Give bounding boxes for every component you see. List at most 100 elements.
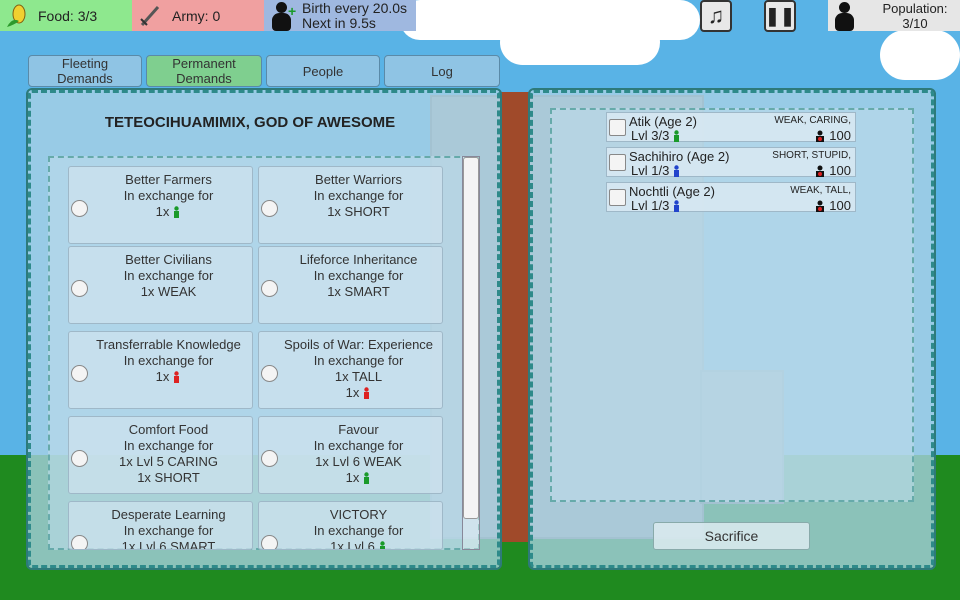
demand-text: VICTORY In exchange for 1x Lvl 6 [277, 507, 440, 549]
red-warrior-icon [172, 371, 181, 383]
person-traits: SHORT, STUPID, [772, 150, 851, 161]
demand-cost: 1x SMART [327, 284, 390, 299]
demand-card[interactable]: Better Warriors In exchange for 1x SHORT [258, 166, 443, 244]
demand-radio[interactable] [261, 535, 278, 549]
red-warrior-icon [362, 387, 371, 399]
demand-cost-line: 1x [87, 369, 250, 385]
person-row[interactable]: Atik (Age 2) Lvl 3/3 WEAK, CARING, 100 [606, 112, 856, 143]
person-level-line: Lvl 1/3 [631, 198, 681, 213]
demand-title: Favour [338, 422, 379, 437]
demand-card[interactable]: Transferrable Knowledge In exchange for 1x [68, 331, 253, 409]
person-traits: WEAK, TALL, [790, 185, 851, 196]
birth-timer: + Birth every 20.0s Next in 9.5s [264, 0, 416, 31]
tab-permanent-demands[interactable]: Permanent Demands [146, 55, 262, 87]
population-counter: Population: 3/10 [828, 0, 960, 31]
demand-card[interactable]: Spoils of War: Experience In exchange for… [258, 331, 443, 409]
demand-cost-line: 1x Lvl 6 [277, 539, 440, 549]
demand-card[interactable]: Better Farmers In exchange for 1x [68, 166, 253, 244]
brick-column [500, 92, 530, 542]
demand-radio[interactable] [71, 535, 88, 549]
blue-civilian-icon [672, 200, 681, 212]
blue-civilian-icon [672, 165, 681, 177]
demand-text: Comfort Food In exchange for 1x Lvl 5 CARI… [87, 422, 250, 486]
demand-radio[interactable] [71, 450, 88, 467]
birth-rate-label: Birth every 20.0s [302, 0, 408, 16]
person-checkbox[interactable] [609, 189, 626, 206]
demand-radio[interactable] [71, 200, 88, 217]
cloud [880, 30, 960, 80]
sacrifice-button[interactable]: Sacrifice [653, 522, 810, 550]
person-health-line: 100 [811, 128, 851, 143]
tab-log[interactable]: Log [384, 55, 500, 87]
demand-radio[interactable] [71, 280, 88, 297]
health-heart-person-icon [814, 130, 826, 142]
food-counter: Food: 3/3 [0, 0, 132, 31]
tab-fleeting-demands[interactable]: Fleeting Demands [28, 55, 142, 87]
demand-radio[interactable] [261, 200, 278, 217]
demand-cost-2: 1x SHORT [137, 470, 200, 485]
person-row[interactable]: Nochtli (Age 2) Lvl 1/3 WEAK, TALL, 100 [606, 182, 856, 213]
demand-radio[interactable] [261, 450, 278, 467]
population-label: Population: [882, 1, 948, 16]
demand-cost: 1x SHORT [327, 204, 390, 219]
health-heart-person-icon [814, 200, 826, 212]
sword-icon [140, 5, 160, 26]
music-button[interactable]: ♫ [700, 0, 732, 32]
demand-exchange-label: In exchange for [313, 523, 404, 538]
demand-exchange-label: In exchange for [313, 438, 404, 453]
demand-text: Transferrable Knowledge In exchange for 1x [87, 337, 250, 385]
person-health: 100 [829, 198, 851, 213]
demand-cost-line: 1x WEAK [87, 284, 250, 300]
person-name: Sachihiro (Age 2) [629, 149, 730, 164]
demand-radio[interactable] [71, 365, 88, 382]
person-checkbox[interactable] [609, 119, 626, 136]
demand-exchange-label: In exchange for [123, 268, 214, 283]
demand-text: Lifeforce Inheritance In exchange for 1x S… [277, 252, 440, 300]
demand-cost-line-2: 1x [277, 470, 440, 486]
cloud [500, 20, 660, 65]
demand-card[interactable]: Favour In exchange for 1x Lvl 6 WEAK 1x [258, 416, 443, 494]
demand-card[interactable]: Better Civilians In exchange for 1x WEAK [68, 246, 253, 324]
demand-title: VICTORY [329, 507, 388, 522]
demand-cost: 1x TALL [334, 369, 383, 384]
demand-radio[interactable] [261, 365, 278, 382]
person-name: Atik (Age 2) [629, 114, 697, 129]
god-title: TETEOCIHUAMIMIX, GOD OF AWESOME [104, 114, 396, 131]
demand-cost-line: 1x SHORT [277, 204, 440, 220]
demand-exchange-label: In exchange for [313, 188, 404, 203]
demand-title: Desperate Learning [111, 507, 226, 522]
demand-card[interactable]: Comfort Food In exchange for 1x Lvl 5 CARI… [68, 416, 253, 494]
demand-card[interactable]: Lifeforce Inheritance In exchange for 1x S… [258, 246, 443, 324]
demand-title: Better Civilians [125, 252, 212, 267]
tab-people[interactable]: People [266, 55, 380, 87]
tab-label: Permanent Demands [172, 56, 236, 86]
demand-cost-line: 1x Lvl 6 SMART [87, 539, 250, 549]
demand-text: Spoils of War: Experience In exchange for… [277, 337, 440, 401]
green-farmer-icon [172, 206, 181, 218]
pause-icon: ❚❚ [764, 5, 796, 26]
tab-label: Log [431, 63, 453, 79]
person-level: Lvl 1/3 [631, 163, 670, 178]
sacrifice-label: Sacrifice [704, 528, 759, 544]
corn-icon [7, 4, 26, 27]
pause-button[interactable]: ❚❚ [764, 0, 796, 32]
demand-cost-line: 1x [87, 204, 250, 220]
demand-text: Better Farmers In exchange for 1x [87, 172, 250, 220]
person-row[interactable]: Sachihiro (Age 2) Lvl 1/3 SHORT, STUPID, 1… [606, 147, 856, 178]
demand-exchange-label: In exchange for [313, 353, 404, 368]
person-checkbox[interactable] [609, 154, 626, 171]
demand-text: Better Civilians In exchange for 1x WEAK [87, 252, 250, 300]
demands-scrollbar-thumb[interactable] [463, 157, 479, 519]
health-heart-person-icon [814, 165, 826, 177]
demand-card[interactable]: VICTORY In exchange for 1x Lvl 6 [258, 501, 443, 550]
demand-card[interactable]: Desperate Learning In exchange for 1x Lvl … [68, 501, 253, 550]
green-farmer-icon [672, 130, 681, 142]
demand-title: Better Warriors [315, 172, 402, 187]
demand-text: Better Warriors In exchange for 1x SHORT [277, 172, 440, 220]
demand-cost-line: 1x TALL [277, 369, 440, 385]
demand-radio[interactable] [261, 280, 278, 297]
demand-cost-line: 1x Lvl 5 CARING [87, 454, 250, 470]
demand-exchange-label: In exchange for [123, 523, 214, 538]
army-label: Army: 0 [172, 7, 221, 24]
person-level: Lvl 3/3 [631, 128, 670, 143]
